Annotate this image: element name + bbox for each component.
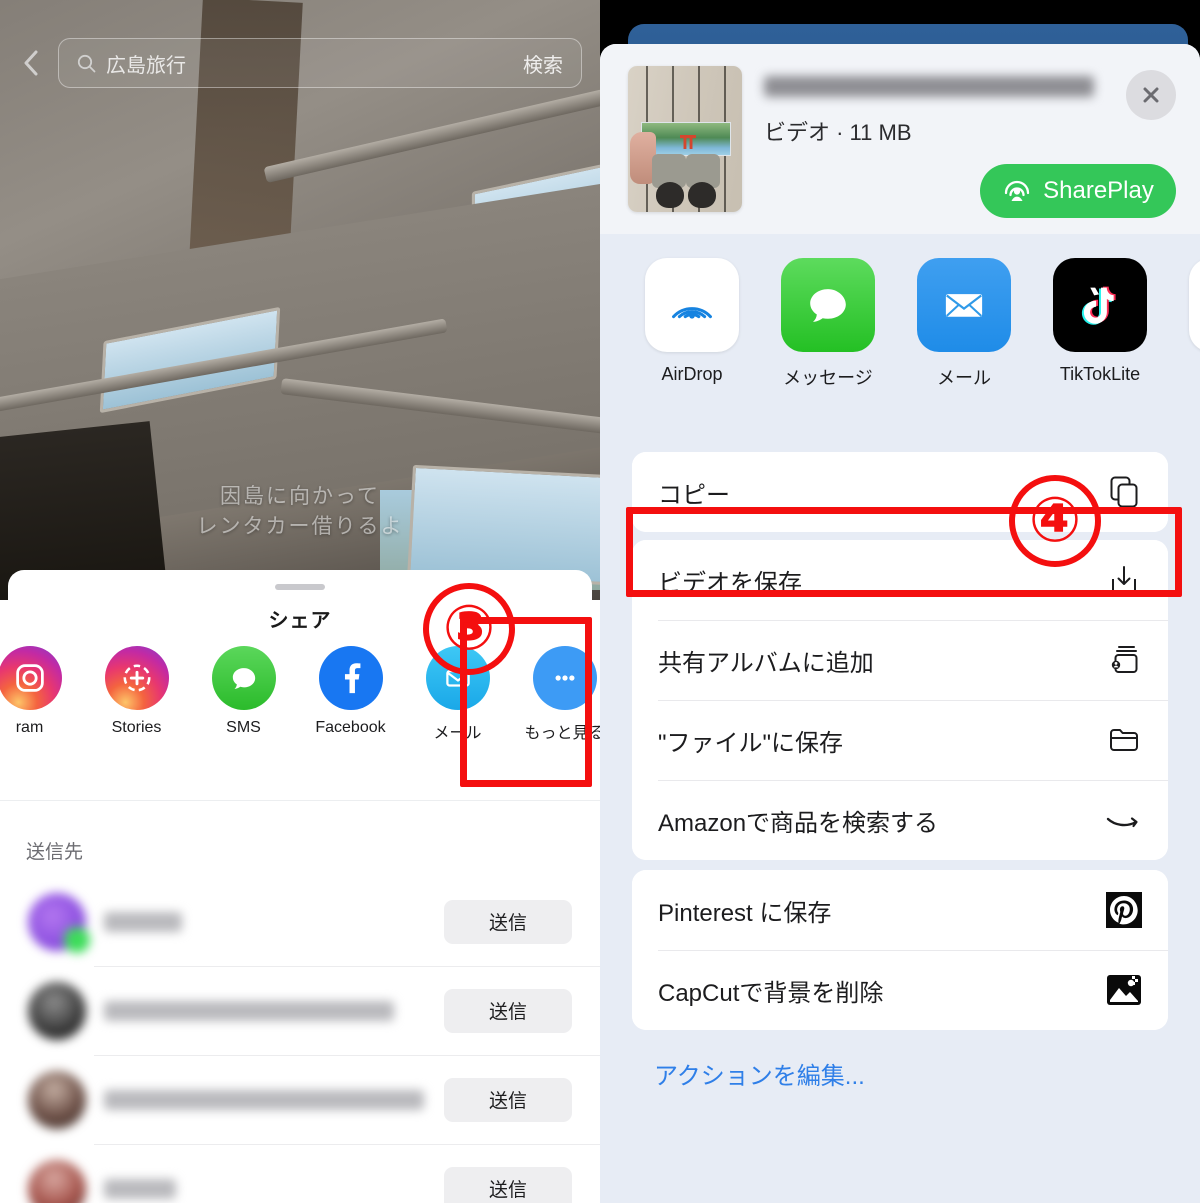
pinterest-icon bbox=[1104, 890, 1144, 930]
avatar bbox=[28, 892, 90, 953]
close-button[interactable] bbox=[1126, 70, 1176, 120]
contact-name-redacted bbox=[104, 1178, 176, 1199]
contact-name bbox=[104, 1178, 426, 1200]
share-app-label: Facebook bbox=[315, 719, 386, 736]
save-download-icon bbox=[1104, 560, 1144, 600]
video-caption-line-1: 因島に向かって bbox=[220, 485, 380, 508]
action-card-main: ビデオを保存 共有アルバムに追加 "ファイル"に保存 Amazonで商品を検索す… bbox=[632, 540, 1168, 860]
contact-name bbox=[104, 1000, 426, 1022]
action-row-save-to-files[interactable]: "ファイル"に保存 bbox=[632, 700, 1168, 780]
right-phone-screen: ビデオ · 11 MB SharePlay AirDrop メッセージ メール … bbox=[600, 0, 1200, 1203]
avatar bbox=[28, 1070, 86, 1129]
sheet-grabber-handle[interactable] bbox=[275, 584, 325, 590]
shareplay-label: SharePlay bbox=[1043, 177, 1154, 204]
share-app-sms[interactable]: SMS bbox=[190, 646, 297, 737]
contact-name-redacted bbox=[104, 1000, 394, 1021]
contact-name-redacted bbox=[104, 1089, 424, 1110]
action-label: Amazonで商品を検索する bbox=[658, 809, 939, 837]
search-submit-button[interactable]: 検索 bbox=[523, 49, 563, 78]
share-app-instagram[interactable]: ram bbox=[0, 646, 83, 737]
app-label: TikTokLite bbox=[1059, 364, 1141, 384]
send-button[interactable]: 送信 bbox=[444, 1166, 572, 1203]
share-target-pinterest[interactable]: Pi bbox=[1168, 244, 1200, 414]
search-input-value: 広島旅行 bbox=[106, 54, 186, 77]
pinterest-icon bbox=[1189, 258, 1200, 352]
ios-share-sheet: ビデオ · 11 MB SharePlay AirDrop メッセージ メール … bbox=[600, 44, 1200, 1203]
step-marker-3: ③ bbox=[423, 583, 515, 675]
share-app-stories[interactable]: Stories bbox=[83, 646, 190, 737]
video-thumbnail[interactable] bbox=[628, 66, 742, 212]
folder-icon bbox=[1104, 720, 1144, 760]
torii-gate-icon bbox=[680, 135, 696, 149]
send-to-title: 送信先 bbox=[26, 842, 84, 863]
share-app-label: Stories bbox=[111, 719, 162, 736]
file-meta: ビデオ · 11 MB bbox=[764, 120, 912, 145]
app-label: メール bbox=[937, 368, 991, 388]
send-to-section: 送信先 送信 送信 送信 送信 bbox=[0, 800, 600, 1203]
action-row-save-pinterest[interactable]: Pinterest に保存 bbox=[632, 870, 1168, 950]
search-input[interactable]: 広島旅行 検索 bbox=[58, 38, 582, 88]
airdrop-icon bbox=[645, 258, 739, 352]
send-button[interactable]: 送信 bbox=[444, 988, 572, 1033]
app-label: メッセージ bbox=[783, 368, 873, 388]
capcut-image-icon bbox=[1104, 970, 1144, 1010]
facebook-icon bbox=[318, 646, 383, 710]
action-row-capcut-remove-bg[interactable]: CapCutで背景を削除 bbox=[632, 950, 1168, 1030]
copy-icon bbox=[1104, 472, 1144, 512]
share-app-facebook[interactable]: Facebook bbox=[297, 646, 404, 737]
action-label: CapCutで背景を削除 bbox=[658, 979, 884, 1007]
close-icon bbox=[1139, 83, 1163, 107]
amazon-icon bbox=[1104, 800, 1144, 840]
shareplay-button[interactable]: SharePlay bbox=[980, 164, 1176, 218]
screenshot-root: 因島に向かって レンタカー借りるよ 広島旅行 検索 シェア ram Storie… bbox=[0, 0, 1200, 1203]
share-app-label: ram bbox=[15, 719, 44, 736]
action-label: 共有アルバムに追加 bbox=[658, 649, 874, 677]
action-label: ビデオを保存 bbox=[658, 569, 802, 597]
share-app-label: SMS bbox=[226, 719, 261, 736]
mail-icon bbox=[917, 258, 1011, 352]
search-icon bbox=[77, 54, 96, 73]
left-phone-screen: 因島に向かって レンタカー借りるよ 広島旅行 検索 シェア ram Storie… bbox=[0, 0, 600, 1203]
shared-album-icon bbox=[1104, 640, 1144, 680]
file-info: ビデオ · 11 MB SharePlay bbox=[764, 66, 1176, 234]
send-button[interactable]: 送信 bbox=[444, 1077, 572, 1122]
instagram-stories-icon bbox=[104, 646, 169, 710]
action-label: Pinterest に保存 bbox=[658, 899, 832, 927]
avatar bbox=[28, 981, 86, 1040]
tiktok-icon bbox=[1053, 258, 1147, 352]
search-bar: 広島旅行 検索 bbox=[0, 28, 600, 98]
step-marker-4: ④ bbox=[1009, 475, 1101, 567]
avatar bbox=[28, 1159, 86, 1203]
list-item[interactable]: 送信 bbox=[0, 877, 600, 966]
shareplay-icon bbox=[1002, 176, 1032, 206]
share-sheet-header: ビデオ · 11 MB SharePlay bbox=[600, 44, 1200, 234]
file-name-redacted bbox=[764, 76, 1094, 97]
contact-name-redacted bbox=[104, 911, 182, 932]
edit-actions-link[interactable]: アクションを編集... bbox=[654, 1056, 865, 1091]
instagram-icon bbox=[0, 646, 62, 710]
chevron-left-icon[interactable] bbox=[18, 48, 44, 78]
app-label: AirDrop bbox=[661, 364, 723, 384]
share-target-mail[interactable]: メール bbox=[896, 244, 1032, 414]
action-row-search-amazon[interactable]: Amazonで商品を検索する bbox=[632, 780, 1168, 860]
action-label: "ファイル"に保存 bbox=[658, 729, 844, 757]
share-target-messages[interactable]: メッセージ bbox=[760, 244, 896, 414]
action-card-last: Pinterest に保存 CapCutで背景を削除 bbox=[632, 870, 1168, 1030]
action-row-add-shared-album[interactable]: 共有アルバムに追加 bbox=[632, 620, 1168, 700]
share-target-app-row: AirDrop メッセージ メール TikTokLite bbox=[600, 244, 1200, 414]
send-button[interactable]: 送信 bbox=[444, 899, 572, 944]
video-caption-line-2: レンタカー借りるよ bbox=[196, 515, 404, 538]
list-item[interactable]: 送信 bbox=[0, 1144, 600, 1203]
video-caption: 因島に向かって レンタカー借りるよ bbox=[0, 482, 600, 542]
share-target-airdrop[interactable]: AirDrop bbox=[624, 244, 760, 414]
messages-icon bbox=[781, 258, 875, 352]
contact-name bbox=[104, 1089, 426, 1111]
share-target-tiktoklite[interactable]: TikTokLite bbox=[1032, 244, 1168, 414]
list-item[interactable]: 送信 bbox=[0, 1055, 600, 1144]
online-badge-icon bbox=[64, 926, 90, 953]
sms-icon bbox=[211, 646, 276, 710]
list-item[interactable]: 送信 bbox=[0, 966, 600, 1055]
contact-list: 送信 送信 送信 送信 bbox=[0, 877, 600, 1203]
contact-name bbox=[104, 911, 426, 933]
